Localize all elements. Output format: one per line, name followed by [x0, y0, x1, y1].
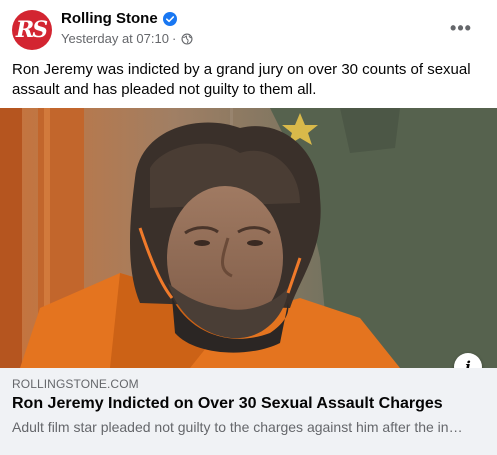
post-timestamp[interactable]: Yesterday at 07:10 — [61, 31, 169, 46]
page-avatar[interactable]: RS — [12, 10, 52, 50]
link-preview-image[interactable] — [0, 108, 497, 368]
meta-separator: · — [171, 31, 177, 46]
link-domain: ROLLINGSTONE.COM — [12, 377, 139, 391]
verified-badge-icon — [162, 11, 177, 26]
link-title[interactable]: Ron Jeremy Indicted on Over 30 Sexual As… — [12, 395, 443, 413]
post-meta: Yesterday at 07:10 · — [61, 31, 193, 46]
link-description: Adult film star pleaded not guilty to th… — [12, 419, 463, 435]
photo-illustration — [0, 108, 497, 368]
page-name-row: Rolling Stone — [61, 10, 177, 27]
globe-icon[interactable] — [181, 32, 193, 45]
page-name[interactable]: Rolling Stone — [61, 10, 158, 27]
more-options-icon[interactable]: ••• — [447, 16, 475, 40]
facebook-post: RS Rolling Stone Yesterday at 07:10 · ••… — [0, 0, 497, 455]
avatar-logo-text: RS — [15, 16, 48, 43]
post-caption: Ron Jeremy was indicted by a grand jury … — [12, 61, 471, 98]
